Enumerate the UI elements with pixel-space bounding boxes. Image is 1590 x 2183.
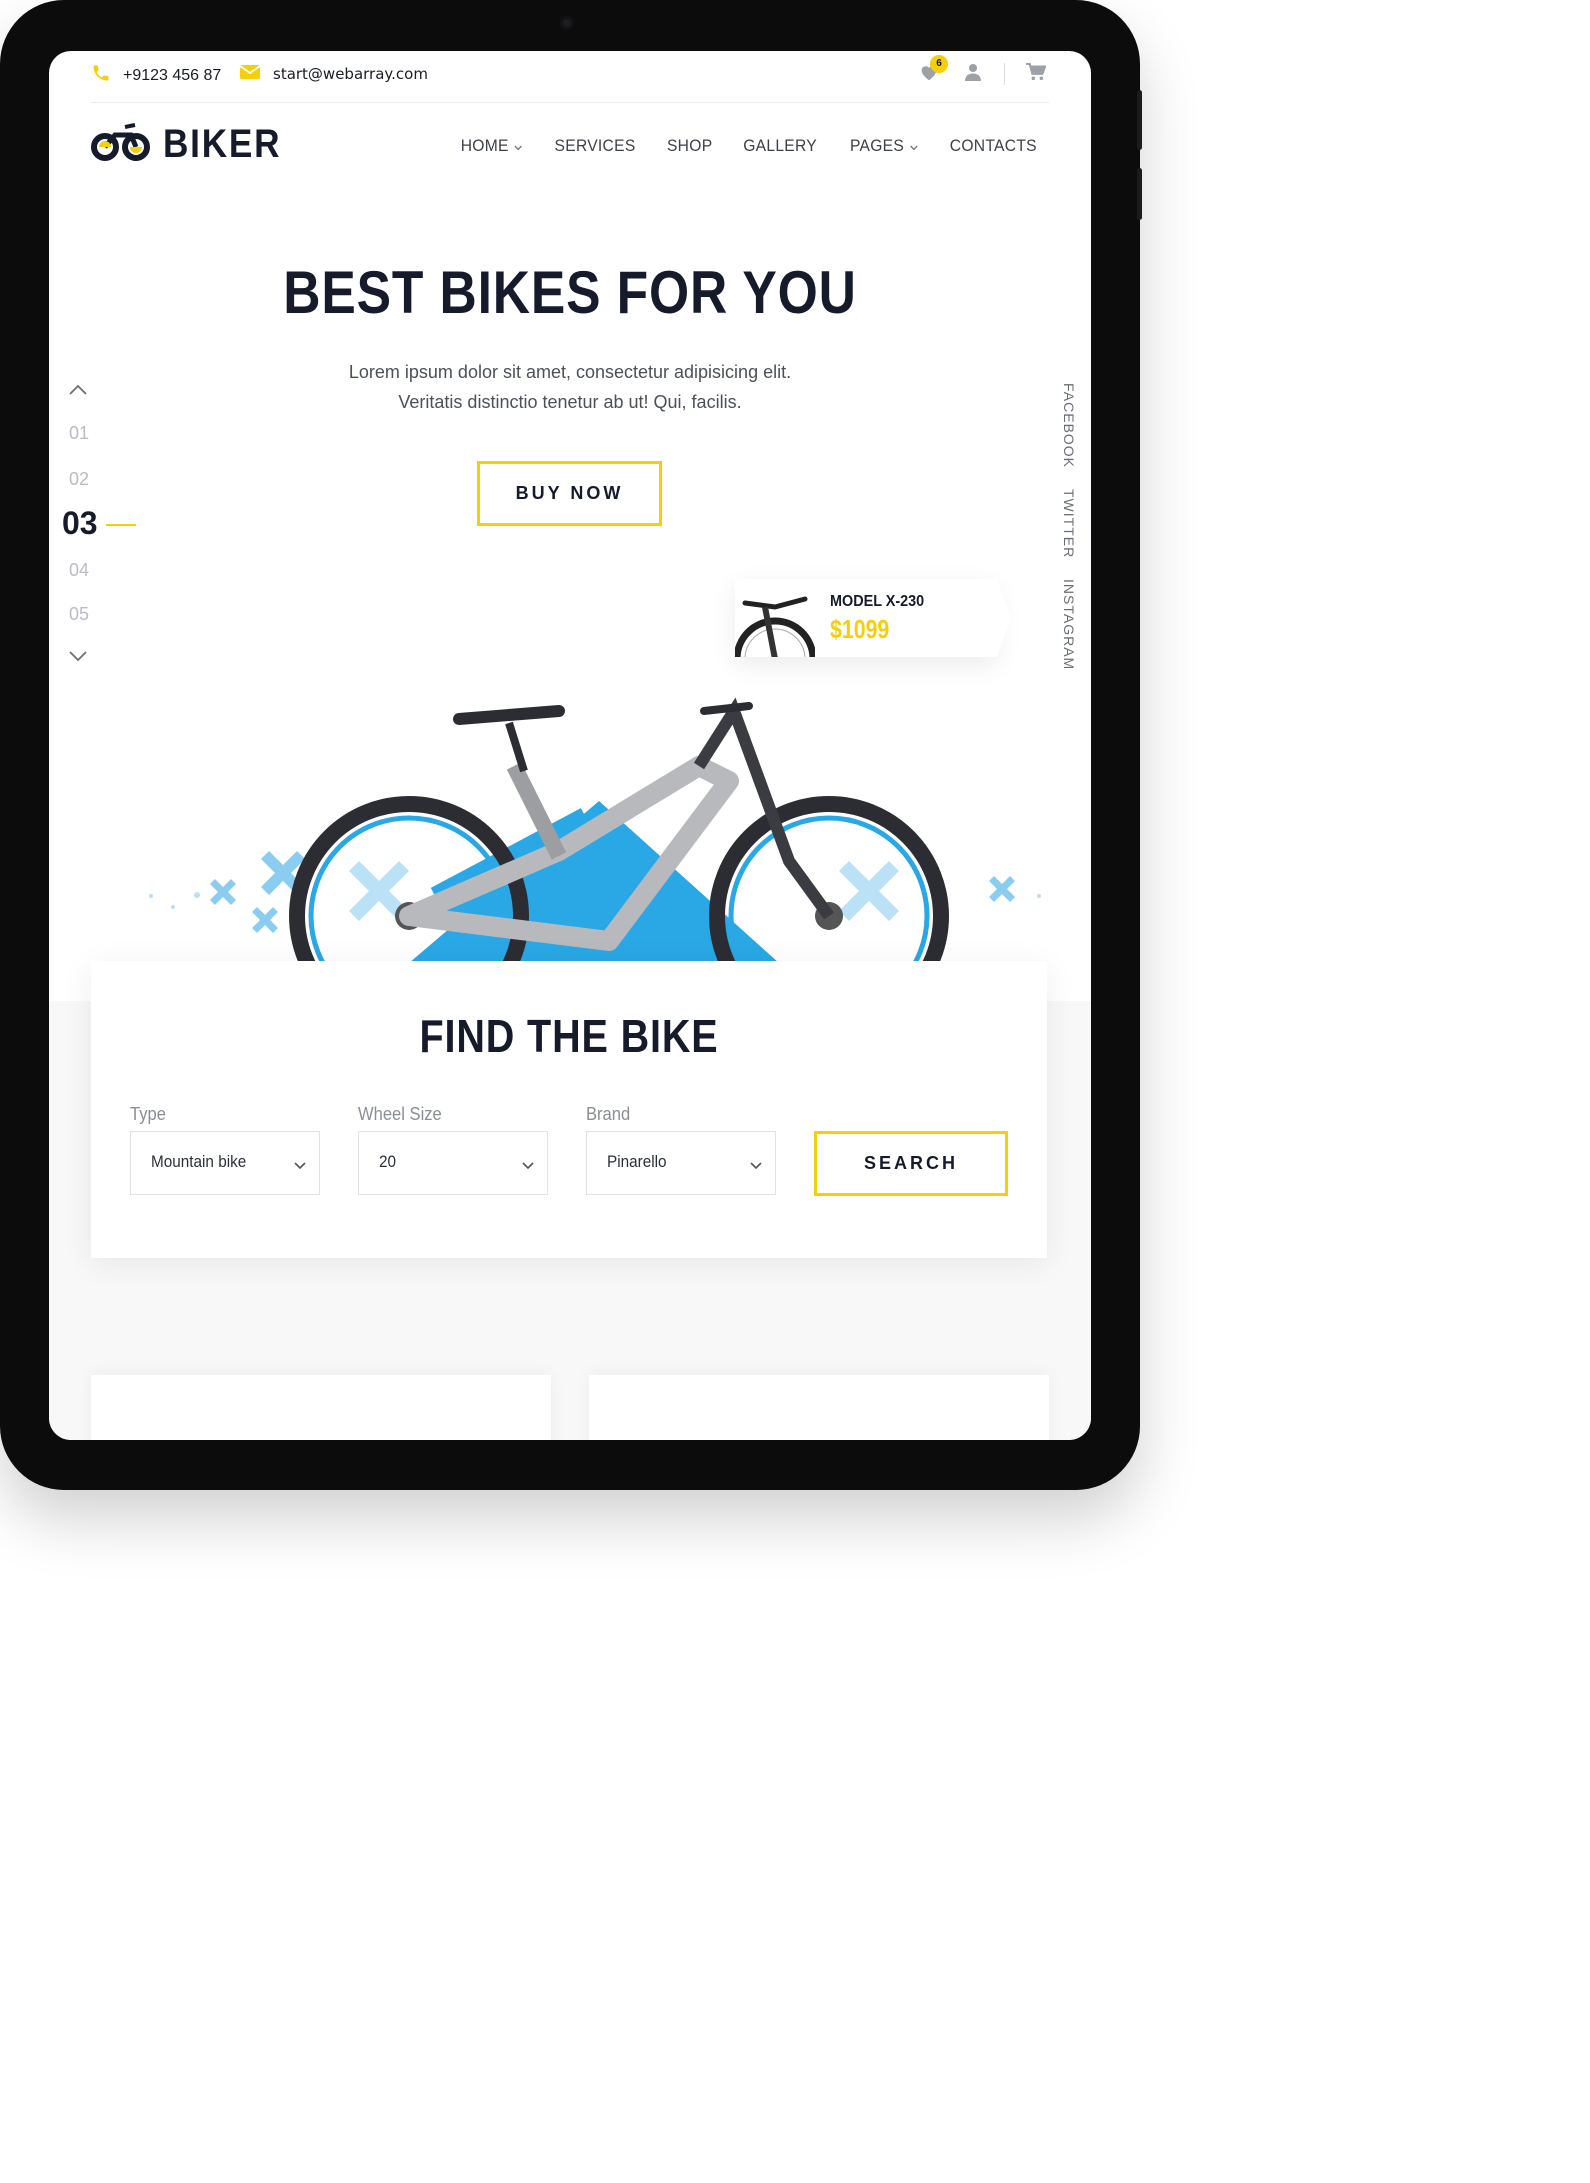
camera-icon (560, 16, 574, 30)
main-nav: HOME SERVICES SHOP GALLERY PAGES CONTACT… (458, 136, 1041, 156)
model-price: $1099 (830, 614, 890, 644)
chevron-down-icon (514, 136, 522, 156)
model-thumbnail (735, 579, 815, 657)
bike-logo-icon (91, 121, 151, 168)
nav-label: GALLERY (743, 136, 818, 155)
slide-number[interactable]: 02 (69, 469, 89, 490)
slide-number[interactable]: 04 (69, 560, 89, 581)
nav-home[interactable]: HOME (460, 136, 522, 156)
chevron-down-icon (909, 136, 917, 156)
wheel-size-value: 20 (379, 1152, 397, 1171)
cart-icon (1026, 62, 1047, 86)
nav-services[interactable]: SERVICES (554, 136, 635, 156)
active-slide-indicator (106, 524, 136, 526)
wheel-size-label: Wheel Size (358, 1104, 442, 1124)
chevron-up-icon[interactable] (67, 383, 89, 402)
nav-label: CONTACTS (950, 136, 1038, 155)
buy-now-button[interactable]: BUY NOW (477, 461, 662, 526)
nav-gallery[interactable]: GALLERY (744, 136, 818, 156)
nav-label: SERVICES (554, 136, 636, 155)
cart-button[interactable] (1023, 61, 1049, 87)
brand-value: Pinarello (607, 1152, 667, 1171)
slide-number-active[interactable]: 03 (62, 505, 98, 542)
nav-shop[interactable]: SHOP (667, 136, 712, 156)
social-facebook[interactable]: FACEBOOK (1061, 383, 1077, 468)
model-name: MODEL X-230 (830, 593, 925, 610)
nav-pages[interactable]: PAGES (849, 136, 917, 156)
hero-description: Lorem ipsum dolor sit amet, consectetur … (320, 357, 820, 417)
social-instagram[interactable]: INSTAGRAM (1061, 579, 1077, 670)
user-icon (965, 63, 981, 86)
hero-text-line: Veritatis distinctio tenetur ab ut! Qui,… (398, 392, 742, 412)
slide-number[interactable]: 01 (69, 423, 89, 444)
device-side-button (1137, 168, 1142, 220)
model-card[interactable]: MODEL X-230 $1099 (735, 579, 1011, 657)
product-card[interactable] (91, 1375, 551, 1440)
contact-email[interactable]: start@webarray.com (239, 63, 428, 85)
logo-text: BIKER (163, 122, 282, 166)
website-screen: +9123 456 87 start@webarray.com 6 BIKER … (49, 51, 1091, 1440)
wheel-size-select[interactable]: 20 (358, 1131, 548, 1195)
email-address: start@webarray.com (273, 65, 428, 83)
contact-phone[interactable]: +9123 456 87 (91, 63, 221, 88)
chevron-down-icon (293, 1157, 307, 1175)
top-divider (1004, 63, 1005, 85)
phone-icon (91, 63, 111, 88)
find-bike-panel: FIND THE BIKE Type Mountain bike Wheel S… (91, 961, 1047, 1258)
social-twitter[interactable]: TWITTER (1061, 489, 1077, 558)
tablet-frame: +9123 456 87 start@webarray.com 6 BIKER … (0, 0, 1142, 1490)
chevron-down-icon (521, 1157, 535, 1175)
chevron-down-icon[interactable] (67, 649, 89, 668)
mail-icon (239, 63, 261, 85)
product-card[interactable] (589, 1375, 1049, 1440)
hero-title: BEST BIKES FOR YOU (283, 259, 857, 326)
find-title: FIND THE BIKE (419, 1010, 719, 1062)
brand-select[interactable]: Pinarello (586, 1131, 776, 1195)
type-select[interactable]: Mountain bike (130, 1131, 320, 1195)
nav-label: PAGES (849, 136, 904, 155)
wishlist-button[interactable]: 6 (916, 55, 948, 87)
site-logo[interactable]: BIKER (91, 121, 297, 168)
brand-label: Brand (586, 1104, 631, 1124)
chevron-down-icon (749, 1157, 763, 1175)
wishlist-count-badge: 6 (930, 55, 948, 73)
search-button[interactable]: SEARCH (814, 1131, 1008, 1196)
nav-label: SHOP (666, 136, 713, 155)
type-label: Type (130, 1104, 166, 1124)
device-side-button (1137, 90, 1142, 150)
top-icons: 6 (916, 55, 1049, 87)
nav-label: HOME (460, 136, 509, 155)
type-value: Mountain bike (151, 1152, 247, 1171)
slide-number[interactable]: 05 (69, 604, 89, 625)
top-bar: +9123 456 87 start@webarray.com 6 (91, 51, 1049, 103)
nav-contacts[interactable]: CONTACTS (950, 136, 1037, 156)
phone-number: +9123 456 87 (123, 66, 222, 84)
hero-text-line: Lorem ipsum dolor sit amet, consectetur … (348, 362, 792, 382)
account-button[interactable] (960, 61, 986, 87)
hero-bike-image (89, 611, 1086, 1036)
